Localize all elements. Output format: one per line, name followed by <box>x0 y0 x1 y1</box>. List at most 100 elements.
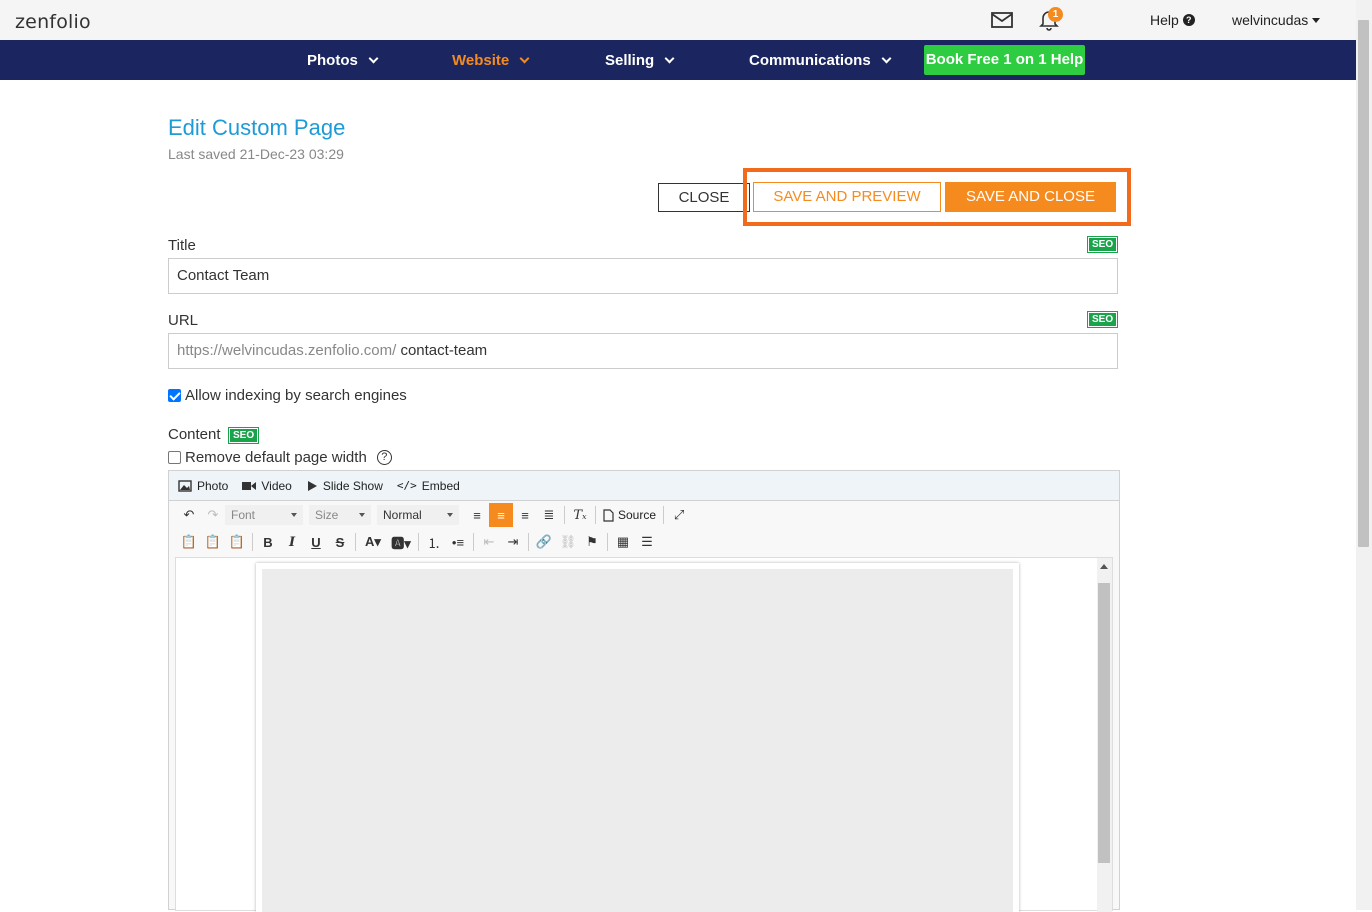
numbered-list-icon[interactable]: ⒈ <box>422 530 446 554</box>
mail-icon[interactable] <box>990 10 1014 30</box>
unlink-icon[interactable]: ⛓ <box>556 530 580 554</box>
nav-item-communications[interactable]: Communications <box>749 52 892 69</box>
allow-indexing-label: Allow indexing by search engines <box>185 387 407 404</box>
rich-text-editor: Photo Video Slide Show </> Embed ↶ ↷ Fon… <box>168 470 1120 912</box>
bold-icon[interactable]: B <box>256 530 280 554</box>
close-button[interactable]: CLOSE <box>658 183 750 212</box>
top-bar: zenfolio 1 Help ? welvincudas <box>0 0 1356 40</box>
paste-text-icon[interactable]: 📋 <box>201 530 225 554</box>
zenfolio-logo[interactable]: zenfolio <box>15 11 91 33</box>
toolbar-separator <box>473 533 474 551</box>
font-select[interactable]: Font <box>225 505 303 525</box>
save-and-close-button[interactable]: SAVE AND CLOSE <box>945 182 1116 212</box>
align-justify-icon[interactable]: ≣ <box>537 503 561 527</box>
anchor-flag-icon[interactable]: ⚑ <box>580 530 604 554</box>
page-preview-frame <box>256 563 1019 912</box>
outdent-icon[interactable]: ⇤ <box>477 530 501 554</box>
image-icon <box>178 479 192 492</box>
paste-word-icon[interactable]: 📋 <box>225 530 249 554</box>
page-scroll-thumb[interactable] <box>1358 20 1369 547</box>
align-center-icon[interactable]: ≡ <box>489 503 513 527</box>
media-label: Photo <box>197 478 229 493</box>
help-label: Help <box>1150 12 1179 28</box>
editor-scroll-thumb[interactable] <box>1098 583 1110 863</box>
play-icon <box>307 480 317 491</box>
underline-icon[interactable]: U <box>304 530 328 554</box>
seo-badge: SEO <box>1086 236 1119 253</box>
help-link[interactable]: Help ? <box>1150 12 1195 28</box>
strikethrough-icon[interactable]: S <box>328 530 352 554</box>
editor-toolbar-row-2: 📋 📋 📋 B I U S A▾ 🅰▾ ⒈ •≡ ⇤ ⇥ 🔗 ⛓ ⚑ ▦ ☰ <box>177 530 659 554</box>
size-select[interactable]: Size <box>309 505 371 525</box>
remove-width-label: Remove default page width <box>185 449 367 466</box>
editor-scrollbar[interactable] <box>1097 558 1112 912</box>
align-right-icon[interactable]: ≡ <box>513 503 537 527</box>
page-title: Edit Custom Page <box>168 115 346 140</box>
url-input[interactable]: https://welvincudas.zenfolio.com/ contac… <box>168 333 1118 369</box>
nav-item-selling[interactable]: Selling <box>605 52 675 69</box>
insert-slideshow-button[interactable]: Slide Show <box>306 479 383 493</box>
background-color-icon[interactable]: 🅰▾ <box>387 530 415 554</box>
insert-photo-button[interactable]: Photo <box>178 479 228 493</box>
select-caret-icon <box>291 513 297 517</box>
notification-badge: 1 <box>1048 7 1063 22</box>
editor-toolbar-row-1: ↶ ↷ Font Size Normal ≡ ≡ ≡ ≣ Tₓ Source ⤢ <box>177 503 691 527</box>
media-label: Embed <box>421 478 460 493</box>
book-help-button[interactable]: Book Free 1 on 1 Help <box>924 45 1085 75</box>
align-left-icon[interactable]: ≡ <box>465 503 489 527</box>
chevron-down-icon <box>519 53 530 64</box>
last-saved-text: Last saved 21-Dec-23 03:29 <box>168 146 344 162</box>
caret-down-icon <box>1312 17 1321 23</box>
bulleted-list-icon[interactable]: •≡ <box>446 530 470 554</box>
page-content-block[interactable] <box>262 569 1013 912</box>
remove-width-row: Remove default page width ? <box>168 449 392 466</box>
source-label: Source <box>618 508 657 522</box>
code-icon: </> <box>396 479 417 492</box>
content-label: Content <box>168 426 221 443</box>
toolbar-separator <box>607 533 608 551</box>
redo-icon[interactable]: ↷ <box>201 503 225 527</box>
table-icon[interactable]: ▦ <box>611 530 635 554</box>
link-icon[interactable]: 🔗 <box>532 530 556 554</box>
toolbar-separator <box>355 533 356 551</box>
title-label: Title <box>168 237 196 254</box>
insert-video-button[interactable]: Video <box>242 478 292 493</box>
nav-label: Communications <box>749 52 871 69</box>
horizontal-rule-icon[interactable]: ☰ <box>635 530 659 554</box>
nav-label: Photos <box>307 52 358 69</box>
url-slug: contact-team <box>400 342 488 359</box>
editor-content-area[interactable] <box>175 557 1113 912</box>
seo-badge: SEO <box>227 427 260 444</box>
media-label: Slide Show <box>322 478 383 493</box>
video-camera-icon <box>242 481 257 490</box>
media-label: Video <box>261 478 292 493</box>
indent-icon[interactable]: ⇥ <box>501 530 525 554</box>
format-select[interactable]: Normal <box>377 505 459 525</box>
undo-icon[interactable]: ↶ <box>177 503 201 527</box>
save-and-preview-button[interactable]: SAVE AND PREVIEW <box>753 182 941 212</box>
nav-item-photos[interactable]: Photos <box>307 52 379 69</box>
scroll-up-arrow-icon[interactable] <box>1100 564 1108 569</box>
nav-item-website[interactable]: Website <box>452 52 530 69</box>
url-prefix: https://welvincudas.zenfolio.com/ <box>177 342 397 359</box>
text-color-icon[interactable]: A▾ <box>359 530 387 554</box>
maximize-icon[interactable]: ⤢ <box>667 503 691 527</box>
italic-icon[interactable]: I <box>280 530 304 554</box>
allow-indexing-checkbox[interactable] <box>168 389 181 402</box>
main-nav: Photos Website Selling Communications <box>0 40 1356 80</box>
remove-format-icon[interactable]: Tₓ <box>568 503 592 527</box>
source-button[interactable]: Source <box>599 508 660 522</box>
url-label: URL <box>168 312 199 329</box>
seo-badge: SEO <box>1086 311 1119 328</box>
nav-label: Selling <box>605 52 655 69</box>
question-circle-icon[interactable]: ? <box>376 450 392 465</box>
username: welvincudas <box>1232 12 1309 28</box>
paste-icon[interactable]: 📋 <box>177 530 201 554</box>
remove-width-checkbox[interactable] <box>168 451 181 464</box>
insert-embed-button[interactable]: </> Embed <box>397 479 460 493</box>
user-menu[interactable]: welvincudas <box>1232 12 1321 28</box>
title-input[interactable]: Contact Team <box>168 258 1118 294</box>
allow-indexing-row: Allow indexing by search engines <box>168 387 407 404</box>
media-toolbar: Photo Video Slide Show </> Embed <box>169 471 1119 501</box>
chevron-down-icon <box>664 53 675 64</box>
